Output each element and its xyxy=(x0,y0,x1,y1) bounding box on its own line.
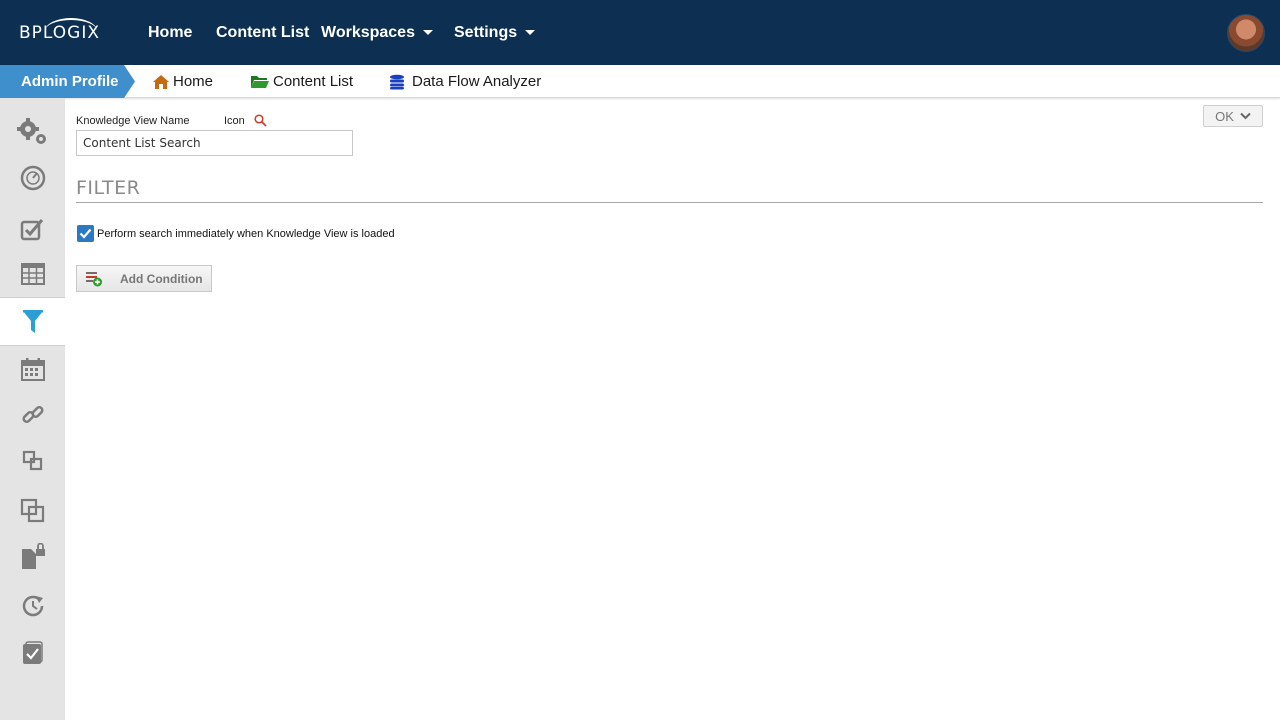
sidebar-item-tasks[interactable] xyxy=(0,630,65,676)
breadcrumb: Admin Profile Home Content List Data Flo… xyxy=(0,65,1280,98)
sidebar-item-move[interactable] xyxy=(0,438,65,484)
checkbox-edit-icon xyxy=(20,219,43,241)
perform-search-checkbox[interactable] xyxy=(77,225,94,242)
breadcrumb-data-flow-analyzer[interactable]: Data Flow Analyzer xyxy=(389,65,541,98)
admin-profile-tab[interactable]: Admin Profile xyxy=(0,65,135,98)
nav-content-list-label: Content List xyxy=(216,23,310,41)
nav-content-list[interactable]: Content List xyxy=(216,0,309,65)
gears-icon xyxy=(16,118,46,144)
admin-profile-label: Admin Profile xyxy=(21,73,119,90)
dashboard-gauge-icon xyxy=(20,165,45,191)
search-icon[interactable] xyxy=(254,114,267,127)
caret-down-icon xyxy=(525,30,536,35)
table-icon xyxy=(20,263,45,285)
home-icon xyxy=(153,74,169,89)
section-divider xyxy=(76,202,1263,203)
add-condition-icon xyxy=(86,271,102,286)
add-condition-button[interactable]: Add Condition xyxy=(76,265,212,292)
nav-workspaces-dropdown[interactable]: Workspaces xyxy=(321,0,433,65)
sidebar-item-permissions[interactable] xyxy=(0,534,65,580)
sidebar-item-clone[interactable] xyxy=(0,488,65,534)
breadcrumb-home-label: Home xyxy=(173,73,214,90)
breadcrumb-home[interactable]: Home xyxy=(152,65,213,98)
database-icon xyxy=(390,74,404,89)
sidebar-item-dashboard[interactable] xyxy=(0,155,65,201)
top-navigation-bar: BPLOGIX Home Content List Workspaces Set… xyxy=(0,0,1280,65)
icon-label: Icon xyxy=(224,115,245,127)
sidebar-item-forms[interactable] xyxy=(0,206,65,252)
nav-home-label: Home xyxy=(148,23,193,41)
main-content: Knowledge View Name Icon Content List Se… xyxy=(65,98,1280,720)
left-sidebar xyxy=(0,98,65,720)
sidebar-item-columns[interactable] xyxy=(0,251,65,297)
checkmark-icon xyxy=(79,228,92,239)
bplogix-logo[interactable]: BPLOGIX xyxy=(19,18,100,48)
breadcrumb-data-flow-analyzer-label: Data Flow Analyzer xyxy=(412,73,542,90)
knowledge-view-name-label: Knowledge View Name xyxy=(76,115,190,127)
sidebar-item-schedule[interactable] xyxy=(0,346,65,392)
locked-file-icon xyxy=(21,543,45,569)
link-icon xyxy=(21,405,44,424)
sidebar-item-history[interactable] xyxy=(0,583,65,629)
calendar-icon xyxy=(20,358,45,381)
add-condition-label: Add Condition xyxy=(120,271,203,286)
filter-icon xyxy=(22,309,43,333)
logo-arc xyxy=(45,18,97,44)
nav-home[interactable]: Home xyxy=(148,0,192,65)
sidebar-item-links[interactable] xyxy=(0,392,65,438)
nav-settings-dropdown[interactable]: Settings xyxy=(454,0,536,65)
move-icon xyxy=(22,450,42,471)
ok-dropdown-button[interactable]: OK xyxy=(1203,105,1263,127)
caret-down-icon xyxy=(422,30,433,35)
clone-icon xyxy=(20,498,44,523)
breadcrumb-content-list[interactable]: Content List xyxy=(250,65,353,98)
folder-icon xyxy=(251,76,269,88)
nav-settings-label: Settings xyxy=(454,23,518,41)
chevron-down-icon xyxy=(1240,112,1251,120)
filter-section-title: FILTER xyxy=(76,177,141,199)
perform-search-label: Perform search immediately when Knowledg… xyxy=(97,228,395,240)
knowledge-view-name-input[interactable]: Content List Search xyxy=(76,130,353,156)
task-checklist-icon xyxy=(22,641,43,664)
sidebar-item-filter[interactable] xyxy=(0,297,65,346)
nav-workspaces-label: Workspaces xyxy=(321,23,415,41)
refresh-clock-icon xyxy=(22,595,43,617)
ok-label: OK xyxy=(1215,108,1234,124)
user-avatar[interactable] xyxy=(1227,14,1265,52)
sidebar-item-settings[interactable] xyxy=(0,109,65,155)
breadcrumb-content-list-label: Content List xyxy=(273,73,354,90)
